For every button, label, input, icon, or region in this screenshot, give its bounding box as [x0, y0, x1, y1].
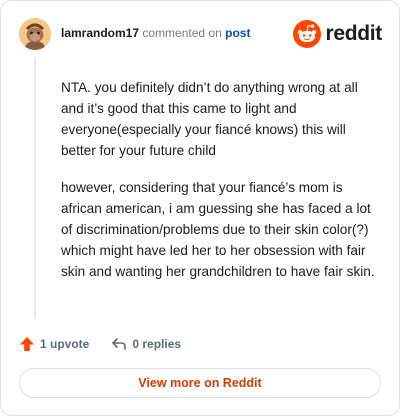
thread-line [34, 57, 36, 319]
view-more-button[interactable]: View more on Reddit [19, 368, 381, 398]
reddit-wordmark: reddit [325, 22, 382, 45]
replies-count: 0 replies [132, 337, 182, 351]
reddit-logo-icon [293, 20, 322, 48]
comment-embed-card: lamrandom17 commented on post reddit NTA… [0, 0, 400, 416]
replies-button[interactable]: 0 replies [111, 336, 181, 352]
upvote-button[interactable]: 1 upvote [19, 336, 89, 352]
comment-header: lamrandom17 commented on post [61, 26, 250, 40]
avatar[interactable] [19, 18, 51, 50]
comment-actions: 1 upvote 0 replies [19, 334, 203, 354]
comment-paragraph: NTA. you definitely didn’t do anything w… [61, 80, 358, 158]
reply-arrow-icon [112, 338, 127, 350]
upvote-count: 1 upvote [40, 337, 90, 351]
avatar-icon [19, 18, 51, 50]
comment-paragraph: however, considering that your fiancé’s … [61, 180, 375, 279]
action-text: commented on [142, 26, 222, 40]
reddit-brand[interactable]: reddit [293, 19, 382, 49]
upvote-arrow-icon [20, 337, 34, 351]
post-link[interactable]: post [225, 26, 250, 40]
username-link[interactable]: lamrandom17 [61, 26, 139, 40]
comment-body: NTA. you definitely didn’t do anything w… [61, 77, 381, 298]
